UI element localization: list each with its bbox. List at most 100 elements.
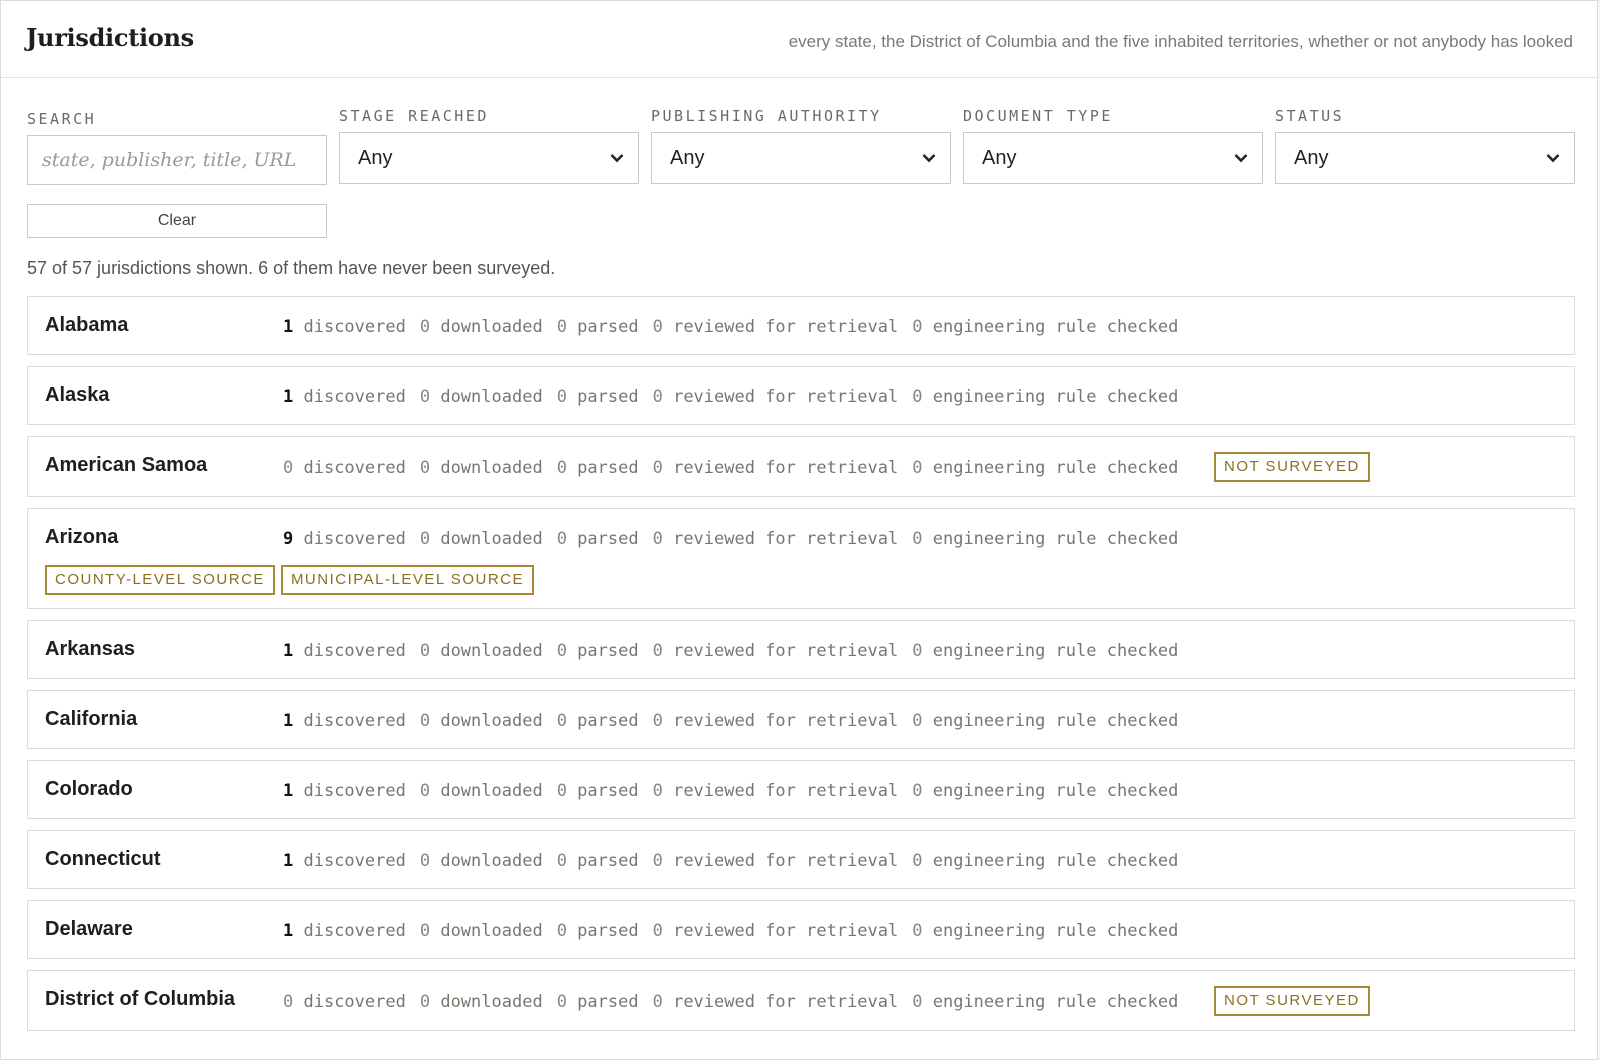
authority-select[interactable]: Any xyxy=(651,132,951,184)
jurisdiction-row[interactable]: Alaska 1 discovered 0 downloaded 0 parsed 0 … xyxy=(27,366,1575,425)
stage-count-value: 0 xyxy=(556,529,567,549)
stage-count-value: 0 xyxy=(912,992,923,1012)
stage-count: 1 discovered xyxy=(283,641,406,661)
stage-count-value: 0 xyxy=(556,992,567,1012)
doctype-select-value: Any xyxy=(982,146,1017,169)
stage-count-value: 0 xyxy=(652,851,663,871)
stage-count: 0 parsed xyxy=(557,851,639,871)
stage-count-value: 0 xyxy=(912,711,923,731)
stage-count-value: 1 xyxy=(283,711,294,731)
chevron-down-icon xyxy=(922,154,936,163)
stage-count-label: engineering rule checked xyxy=(922,529,1179,549)
stage-count-value: 0 xyxy=(652,529,663,549)
chevron-down-icon xyxy=(1234,154,1248,163)
stage-count-value: 0 xyxy=(652,711,663,731)
jurisdiction-row[interactable]: District of Columbia 0 discovered 0 downlo… xyxy=(27,970,1575,1031)
page-subtitle: every state, the District of Columbia an… xyxy=(788,32,1573,51)
search-filter: SEARCH xyxy=(27,105,327,185)
stage-count-label: parsed xyxy=(566,781,639,801)
stage-count-label: discovered xyxy=(293,387,406,407)
search-input[interactable] xyxy=(27,135,327,185)
stage-count-label: discovered xyxy=(293,711,406,731)
stage-count: 0 reviewed for retrieval xyxy=(653,387,899,407)
stage-count: 0 reviewed for retrieval xyxy=(653,317,899,337)
stage-count: 0 parsed xyxy=(557,921,639,941)
stage-count-label: engineering rule checked xyxy=(922,317,1179,337)
stage-count: 0 reviewed for retrieval xyxy=(653,641,899,661)
jurisdiction-list: Alabama 1 discovered 0 downloaded 0 parsed 0… xyxy=(27,296,1575,1042)
jurisdiction-name: Colorado xyxy=(45,778,133,800)
stage-count-value: 0 xyxy=(556,921,567,941)
stage-count: 0 reviewed for retrieval xyxy=(653,992,899,1012)
filter-bar: SEARCH STAGE REACHED Any PUBLISHING AUTH… xyxy=(27,105,1575,185)
status-badge: NOT SURVEYED xyxy=(1214,986,1370,1016)
stage-count-label: downloaded xyxy=(430,992,543,1012)
doctype-select[interactable]: Any xyxy=(963,132,1263,184)
source-badges: COUNTY-LEVEL SOURCE MUNICIPAL-LEVEL SOURC… xyxy=(45,565,540,595)
stage-count: 0 engineering rule checked xyxy=(912,458,1178,478)
status-label: STATUS xyxy=(1275,107,1345,125)
stage-count-label: reviewed for retrieval xyxy=(662,387,899,407)
jurisdiction-name: Arizona xyxy=(45,526,119,548)
stage-select[interactable]: Any xyxy=(339,132,639,184)
jurisdiction-name: District of Columbia xyxy=(45,988,236,1010)
stage-count-label: parsed xyxy=(566,851,639,871)
jurisdiction-row[interactable]: California 1 discovered 0 downloaded 0 pars… xyxy=(27,690,1575,749)
results-summary: 57 of 57 jurisdictions shown. 6 of them … xyxy=(27,258,556,278)
stage-counts: 1 discovered 0 downloaded 0 parsed 0 review… xyxy=(283,387,1192,407)
authority-select-value: Any xyxy=(670,146,705,169)
stage-count: 0 discovered xyxy=(283,458,406,478)
jurisdiction-row[interactable]: Alabama 1 discovered 0 downloaded 0 parsed 0… xyxy=(27,296,1575,355)
jurisdiction-row[interactable]: Arkansas 1 discovered 0 downloaded 0 parsed… xyxy=(27,620,1575,679)
stage-count-label: parsed xyxy=(566,529,639,549)
stage-count-value: 0 xyxy=(419,529,431,549)
stage-count: 1 discovered xyxy=(283,781,406,801)
stage-count: 0 reviewed for retrieval xyxy=(653,781,899,801)
jurisdiction-row[interactable]: Arizona 9 discovered 0 downloaded 0 parsed 0… xyxy=(27,508,1575,609)
stage-counts: 1 discovered 0 downloaded 0 parsed 0 review… xyxy=(283,781,1192,801)
stage-count-value: 0 xyxy=(912,317,923,337)
authority-label: PUBLISHING AUTHORITY xyxy=(651,107,882,125)
stage-count-label: downloaded xyxy=(430,387,543,407)
stage-count-value: 1 xyxy=(283,921,294,941)
stage-count: 0 downloaded xyxy=(420,781,543,801)
stage-count: 0 parsed xyxy=(557,387,639,407)
jurisdiction-row[interactable]: Colorado 1 discovered 0 downloaded 0 parsed… xyxy=(27,760,1575,819)
jurisdiction-row[interactable]: American Samoa 0 discovered 0 downloaded 0 … xyxy=(27,436,1575,497)
stage-count-value: 0 xyxy=(419,992,431,1012)
stage-counts: 0 discovered 0 downloaded 0 parsed 0 review… xyxy=(283,458,1192,478)
stage-count: 0 parsed xyxy=(557,317,639,337)
stage-count-value: 0 xyxy=(912,921,923,941)
jurisdiction-row[interactable]: Delaware 1 discovered 0 downloaded 0 parsed… xyxy=(27,900,1575,959)
stage-count: 0 downloaded xyxy=(420,641,543,661)
source-level-badge: MUNICIPAL-LEVEL SOURCE xyxy=(280,565,534,595)
stage-count: 0 engineering rule checked xyxy=(912,529,1178,549)
stage-count-label: engineering rule checked xyxy=(922,851,1179,871)
stage-count-label: reviewed for retrieval xyxy=(662,781,899,801)
stage-count: 0 downloaded xyxy=(420,851,543,871)
stage-count-value: 0 xyxy=(912,529,923,549)
jurisdiction-row[interactable]: Connecticut 1 discovered 0 downloaded 0 par… xyxy=(27,830,1575,889)
stage-count-value: 0 xyxy=(419,317,431,337)
doctype-label: DOCUMENT TYPE xyxy=(963,107,1113,125)
stage-count-label: engineering rule checked xyxy=(922,387,1179,407)
stage-count-label: parsed xyxy=(566,458,639,478)
status-filter: STATUS Any xyxy=(1275,105,1575,184)
stage-count-value: 1 xyxy=(283,781,294,801)
stage-count-label: parsed xyxy=(566,711,639,731)
jurisdiction-name: Connecticut xyxy=(45,848,161,870)
stage-count-value: 1 xyxy=(283,317,294,337)
stage-count: 0 engineering rule checked xyxy=(912,711,1178,731)
stage-count-label: discovered xyxy=(293,317,406,337)
stage-count-value: 0 xyxy=(556,387,567,407)
stage-counts: 1 discovered 0 downloaded 0 parsed 0 review… xyxy=(283,317,1192,337)
clear-filters-button[interactable]: Clear xyxy=(27,204,327,238)
stage-counts: 1 discovered 0 downloaded 0 parsed 0 review… xyxy=(283,921,1192,941)
stage-count-label: downloaded xyxy=(430,921,543,941)
stage-count-value: 0 xyxy=(419,711,431,731)
stage-count: 0 engineering rule checked xyxy=(912,921,1178,941)
stage-count-value: 0 xyxy=(912,781,923,801)
status-select[interactable]: Any xyxy=(1275,132,1575,184)
stage-count: 0 engineering rule checked xyxy=(912,992,1178,1012)
stage-count-label: downloaded xyxy=(430,458,543,478)
